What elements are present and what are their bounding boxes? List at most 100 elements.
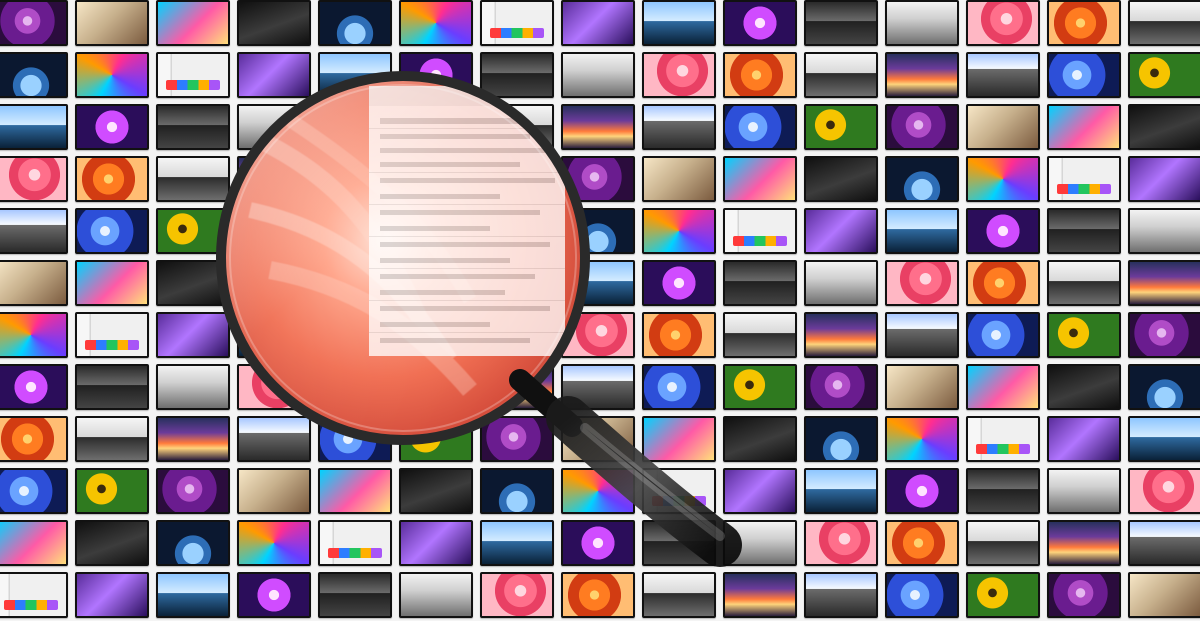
tv-tile (642, 312, 716, 358)
tv-tile (318, 468, 392, 514)
tv-tile (399, 416, 473, 462)
tv-tile (642, 52, 716, 98)
tv-tile (75, 468, 149, 514)
tv-tile (1128, 572, 1200, 618)
tv-tile (966, 364, 1040, 410)
tv-tile (885, 0, 959, 46)
tv-tile (399, 156, 473, 202)
tv-tile (561, 468, 635, 514)
tv-tile (480, 312, 554, 358)
tv-tile (966, 156, 1040, 202)
tv-tile (723, 0, 797, 46)
tv-tile (561, 364, 635, 410)
tv-wall-grid (0, 0, 1200, 621)
tv-tile (966, 572, 1040, 618)
tv-tile (318, 312, 392, 358)
tv-tile (0, 416, 68, 462)
tv-tile (723, 208, 797, 254)
tv-tile (642, 104, 716, 150)
tv-tile (642, 156, 716, 202)
tv-tile (723, 572, 797, 618)
tv-tile (966, 468, 1040, 514)
tv-tile (1047, 572, 1121, 618)
tv-tile (885, 572, 959, 618)
tv-tile (1047, 208, 1121, 254)
tv-tile (480, 468, 554, 514)
tv-tile (804, 208, 878, 254)
tv-tile (561, 572, 635, 618)
tv-tile (237, 52, 311, 98)
tv-tile (318, 416, 392, 462)
tv-tile (966, 0, 1040, 46)
tv-tile (1128, 52, 1200, 98)
tv-tile (885, 416, 959, 462)
tv-tile (885, 52, 959, 98)
tv-tile (1128, 156, 1200, 202)
tv-tile (318, 0, 392, 46)
tv-tile (237, 104, 311, 150)
tv-tile (156, 0, 230, 46)
tv-tile (399, 572, 473, 618)
tv-tile (642, 572, 716, 618)
tv-tile (642, 416, 716, 462)
tv-tile (0, 260, 68, 306)
tv-tile (561, 520, 635, 566)
tv-tile (804, 416, 878, 462)
tv-tile (156, 260, 230, 306)
tv-tile (237, 572, 311, 618)
tv-tile (804, 364, 878, 410)
tv-tile (318, 364, 392, 410)
tv-tile (156, 520, 230, 566)
tv-tile (966, 520, 1040, 566)
tv-tile (480, 572, 554, 618)
tv-tile (1128, 416, 1200, 462)
tv-tile (885, 364, 959, 410)
tv-tile (1128, 520, 1200, 566)
tv-tile (75, 260, 149, 306)
tv-tile (75, 520, 149, 566)
tv-tile (642, 208, 716, 254)
tv-tile (156, 416, 230, 462)
tv-tile (1128, 468, 1200, 514)
tv-tile (480, 364, 554, 410)
tv-tile (1047, 416, 1121, 462)
tv-tile (804, 104, 878, 150)
tv-tile (561, 260, 635, 306)
tv-tile (1128, 0, 1200, 46)
tv-tile (642, 0, 716, 46)
tv-tile (237, 0, 311, 46)
tv-tile (480, 52, 554, 98)
tv-tile (723, 104, 797, 150)
tv-tile (318, 52, 392, 98)
tv-tile (318, 260, 392, 306)
tv-tile (1128, 104, 1200, 150)
tv-tile (885, 156, 959, 202)
tv-tile (480, 520, 554, 566)
tv-tile (804, 312, 878, 358)
tv-tile (399, 0, 473, 46)
tv-tile (561, 104, 635, 150)
tv-tile (804, 0, 878, 46)
tv-tile (156, 572, 230, 618)
tv-tile (399, 52, 473, 98)
tv-tile (1128, 260, 1200, 306)
tv-tile (885, 260, 959, 306)
tv-tile (399, 364, 473, 410)
tv-tile (75, 0, 149, 46)
tv-tile (0, 468, 68, 514)
tv-tile (0, 208, 68, 254)
tv-tile (723, 312, 797, 358)
tv-tile (1047, 52, 1121, 98)
tv-tile (723, 260, 797, 306)
tv-tile (399, 520, 473, 566)
tv-tile (75, 312, 149, 358)
tv-tile (966, 104, 1040, 150)
tv-tile (723, 520, 797, 566)
tv-tile (75, 156, 149, 202)
tv-tile (399, 208, 473, 254)
tv-tile (156, 364, 230, 410)
tv-tile (156, 156, 230, 202)
tv-tile (237, 364, 311, 410)
tv-tile (156, 52, 230, 98)
tv-tile (804, 572, 878, 618)
